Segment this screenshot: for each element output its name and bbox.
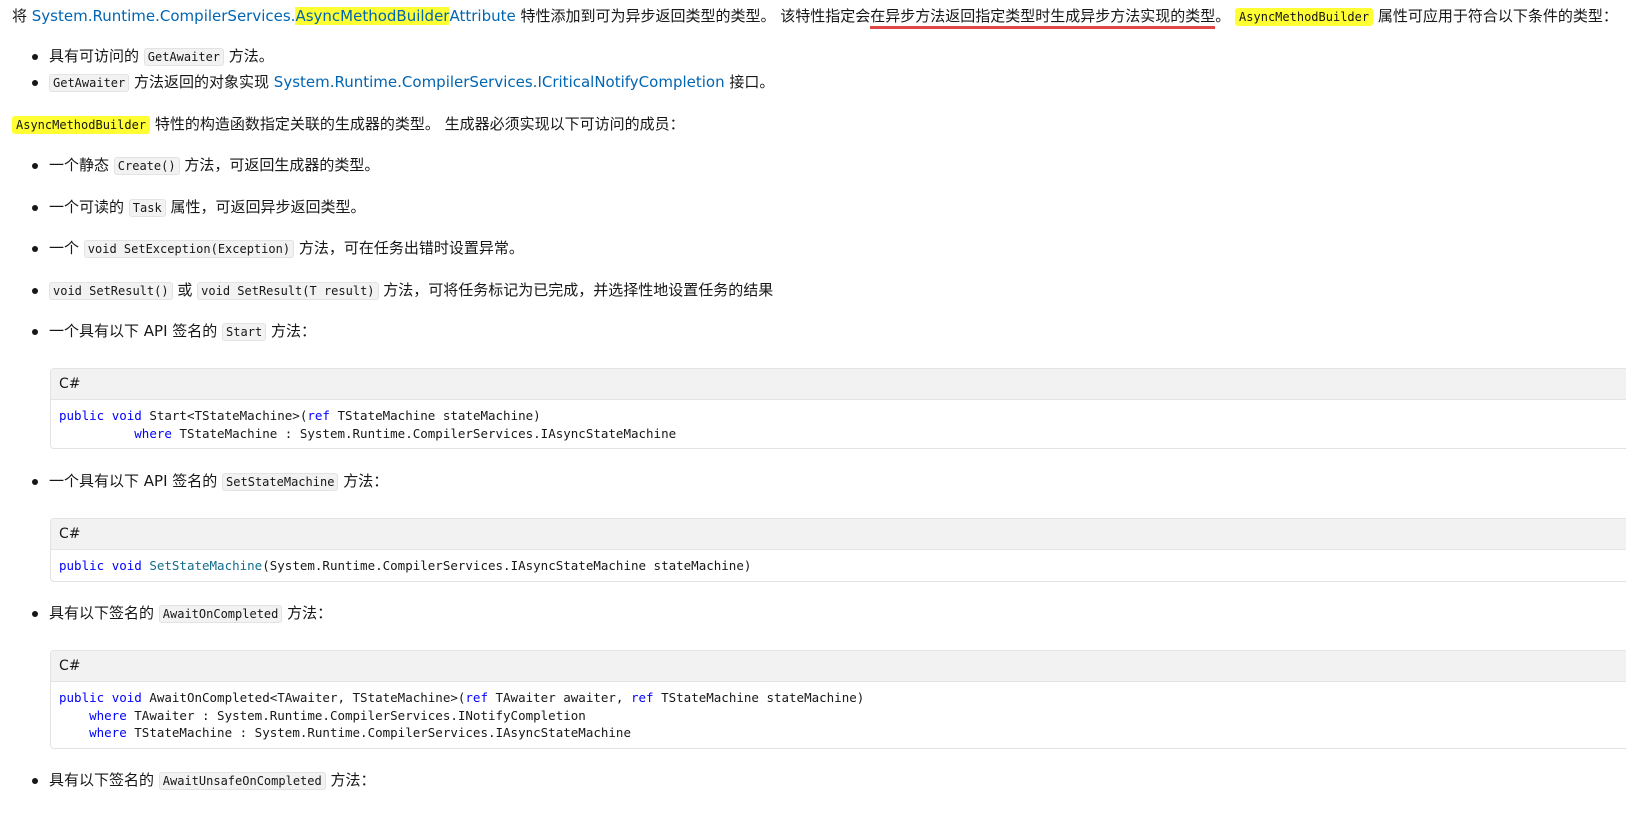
intro-inline-code: AsyncMethodBuilder bbox=[1235, 8, 1374, 26]
list-item-text: 一个具有以下 API 签名的 bbox=[49, 472, 223, 490]
inline-code: GetAwaiter bbox=[143, 48, 225, 66]
intro-prefix: 将 bbox=[12, 7, 32, 25]
list-item-text: 或 bbox=[172, 281, 198, 299]
list-item-text: 方法： bbox=[325, 771, 376, 789]
bullet-icon bbox=[32, 205, 38, 211]
list-item-text: 方法，可在任务出错时设置异常。 bbox=[294, 239, 524, 257]
code-language-label: C# bbox=[51, 369, 1626, 400]
code-block-setstatemachine: C# public void SetStateMachine(System.Ru… bbox=[50, 518, 1626, 582]
code-block-awaitoncompleted: C# public void AwaitOnCompleted<TAwaiter… bbox=[50, 650, 1626, 749]
builder-text: 特性的构造函数指定关联的生成器的类型。 生成器必须实现以下可访问的成员： bbox=[150, 115, 685, 133]
code-text: AwaitOnCompleted<TAwaiter, TStateMachine… bbox=[141, 690, 466, 705]
list-item-text: 属性，可返回异步返回类型。 bbox=[165, 198, 366, 216]
inline-code: AwaitUnsafeOnCompleted bbox=[158, 772, 326, 790]
intro-text-3: 属性可应用于符合以下条件的类型： bbox=[1373, 7, 1618, 25]
code-keyword: ref bbox=[465, 690, 488, 705]
code-text: TStateMachine : System.Runtime.CompilerS… bbox=[126, 725, 631, 740]
list-item-text: 方法： bbox=[338, 472, 389, 490]
list-item-text: 接口。 bbox=[724, 73, 775, 91]
code-text: TStateMachine : System.Runtime.CompilerS… bbox=[171, 425, 677, 441]
list-item-text: 方法。 bbox=[224, 47, 274, 65]
code-keyword: ref bbox=[630, 690, 654, 705]
code-keyword: void bbox=[111, 408, 142, 423]
inline-code: void SetResult(T result) bbox=[197, 282, 379, 300]
inline-code: GetAwaiter bbox=[49, 74, 130, 92]
code-block-start: C# public void Start<TStateMachine>(ref … bbox=[50, 368, 1626, 449]
code-text: Start<TStateMachine>( bbox=[141, 408, 308, 423]
bullet-icon bbox=[32, 329, 38, 335]
bullet-icon bbox=[32, 54, 38, 60]
list-item-text: 一个静态 bbox=[49, 156, 114, 174]
list-item-text: 具有可访问的 bbox=[49, 47, 144, 65]
code-keyword: ref bbox=[307, 408, 330, 423]
code-function-name: SetStateMachine bbox=[149, 558, 263, 573]
intro-underlined-text: 在异步方法返回指定类型时生成异步方法实现的类型 bbox=[870, 7, 1216, 29]
list-item-text: 方法，可返回生成器的类型。 bbox=[179, 156, 380, 174]
list-item-text: 一个具有以下 API 签名的 bbox=[49, 322, 223, 340]
async-method-builder-attribute-link[interactable]: System.Runtime.CompilerServices.AsyncMet… bbox=[32, 7, 516, 25]
builder-inline-code: AsyncMethodBuilder bbox=[12, 116, 151, 134]
code-keyword: where bbox=[134, 425, 172, 441]
code-content[interactable]: public void SetStateMachine(System.Runti… bbox=[51, 550, 1626, 581]
code-text: TAwaiter : System.Runtime.CompilerServic… bbox=[126, 707, 586, 723]
bullet-icon bbox=[32, 479, 38, 485]
list-item-text: 方法，可将任务标记为已完成，并选择性地设置任务的结果 bbox=[378, 281, 774, 299]
link-highlighted-term: AsyncMethodBuilder bbox=[295, 7, 450, 25]
code-keyword: where bbox=[89, 725, 127, 740]
inline-code: void SetException(Exception) bbox=[83, 240, 295, 258]
code-keyword: void bbox=[111, 558, 142, 573]
code-keyword: public bbox=[59, 558, 105, 573]
inline-code: AwaitOnCompleted bbox=[158, 605, 283, 623]
list-item-text: 方法： bbox=[282, 604, 333, 622]
code-text: (System.Runtime.CompilerServices.IAsyncS… bbox=[262, 558, 752, 573]
inline-code: void SetResult() bbox=[49, 282, 173, 300]
inline-code: Create() bbox=[113, 157, 180, 175]
code-keyword: where bbox=[89, 707, 127, 723]
bullet-icon bbox=[32, 288, 38, 294]
code-keyword: void bbox=[111, 690, 142, 705]
inline-code: Start bbox=[222, 323, 267, 341]
bullet-icon bbox=[32, 80, 38, 86]
code-keyword: public bbox=[59, 690, 105, 705]
intro-text-1: 特性添加到可为异步返回类型的类型。 该特性指定会 bbox=[515, 7, 871, 25]
list-item-text: 一个可读的 bbox=[49, 198, 129, 216]
code-keyword: public bbox=[59, 408, 105, 423]
link-namespace: System.Runtime.CompilerServices. bbox=[31, 7, 296, 25]
code-language-label: C# bbox=[51, 651, 1626, 682]
code-content[interactable]: public void AwaitOnCompleted<TAwaiter, T… bbox=[51, 682, 1626, 748]
list-item-text: 方法： bbox=[266, 322, 316, 340]
icriticalnotifycompletion-link[interactable]: System.Runtime.CompilerServices.ICritica… bbox=[274, 73, 725, 91]
code-language-label: C# bbox=[51, 519, 1626, 550]
bullet-icon bbox=[32, 246, 38, 252]
code-text: TStateMachine stateMachine) bbox=[329, 408, 541, 423]
list-item-text: 方法返回的对象实现 bbox=[129, 73, 274, 91]
intro-paragraph: 将 System.Runtime.CompilerServices.AsyncM… bbox=[12, 4, 1618, 29]
list-item-text: 一个 bbox=[49, 239, 84, 257]
bullet-icon bbox=[32, 611, 38, 617]
code-content[interactable]: public void Start<TStateMachine>(ref TSt… bbox=[51, 400, 1626, 448]
list-item-text: 具有以下签名的 bbox=[49, 604, 159, 622]
code-text: TAwaiter awaiter, bbox=[487, 690, 631, 705]
link-tail: Attribute bbox=[449, 7, 516, 25]
bullet-icon bbox=[32, 163, 38, 169]
inline-code: Task bbox=[128, 199, 166, 217]
bullet-icon bbox=[32, 778, 38, 784]
list-item-text: 具有以下签名的 bbox=[49, 771, 159, 789]
builder-paragraph: AsyncMethodBuilder 特性的构造函数指定关联的生成器的类型。 生… bbox=[12, 112, 685, 137]
inline-code: SetStateMachine bbox=[222, 473, 339, 491]
intro-text-2: 。 bbox=[1215, 7, 1236, 25]
code-text: TStateMachine stateMachine) bbox=[653, 690, 865, 705]
